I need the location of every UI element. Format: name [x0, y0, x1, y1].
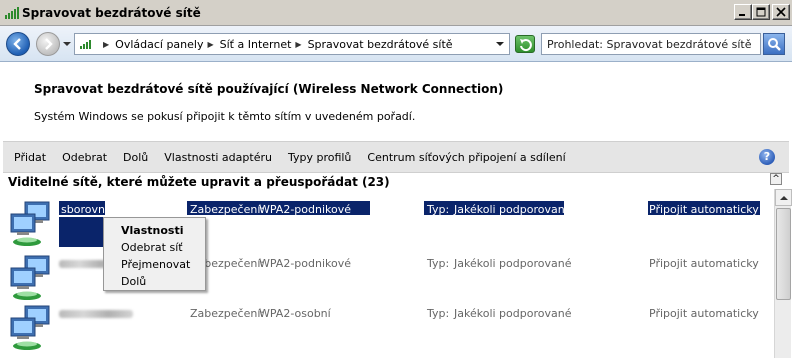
page-title: Spravovat bezdrátové sítě používající (W…: [34, 82, 504, 96]
breadcrumb-manage-wireless[interactable]: Spravovat bezdrátové sítě: [308, 38, 453, 51]
network-name-redacted: [59, 307, 133, 320]
network-sharing-center-button[interactable]: Centrum síťových připojení a sdílení: [367, 151, 565, 164]
security-value: WPA2-podnikové: [259, 257, 352, 270]
type-label: Typ:: [427, 307, 450, 320]
menu-item-remove-network[interactable]: Odebrat síť: [121, 241, 183, 254]
search-button[interactable]: [763, 33, 785, 55]
refresh-button[interactable]: [515, 35, 535, 53]
selection-highlight: [59, 217, 105, 247]
arrow-right-icon: [45, 38, 53, 50]
connect-mode: Připojit automaticky: [649, 203, 759, 216]
menu-item-rename[interactable]: Přejmenovat: [121, 258, 190, 271]
add-button[interactable]: Přidat: [14, 151, 46, 164]
type-value: Jakékoli podporované: [454, 257, 572, 270]
scroll-up-button[interactable]: [775, 189, 792, 206]
vertical-scrollbar[interactable]: [774, 189, 792, 358]
move-down-button[interactable]: Dolů: [123, 151, 148, 164]
security-value: WPA2-osobní: [259, 307, 331, 320]
wireless-computers-icon: [10, 255, 50, 300]
blurred-text: [59, 310, 133, 318]
address-bar: ▶ Ovládací panely ▶ Síť a Internet ▶ Spr…: [0, 26, 792, 62]
remove-button[interactable]: Odebrat: [62, 151, 107, 164]
search-icon: [768, 38, 781, 51]
minimize-button[interactable]: [734, 4, 752, 20]
toolbar: Přidat Odebrat Dolů Vlastnosti adaptéru …: [3, 141, 789, 173]
maximize-button[interactable]: [752, 4, 770, 20]
arrow-up-icon: [780, 196, 788, 200]
network-icon: [80, 40, 91, 49]
breadcrumb-separator[interactable]: ▶: [103, 40, 109, 49]
refresh-icon: [520, 39, 532, 52]
type-label: Typ:: [427, 203, 450, 216]
collapse-group-button[interactable]: ^: [770, 173, 782, 185]
security-label: Zabezpečení:: [190, 307, 265, 320]
connect-mode: Připojit automaticky: [649, 307, 759, 320]
breadcrumb-separator[interactable]: ▶: [207, 40, 213, 49]
address-dropdown-icon[interactable]: [496, 42, 504, 46]
breadcrumb[interactable]: ▶ Ovládací panely ▶ Síť a Internet ▶ Spr…: [74, 33, 510, 55]
close-button[interactable]: [772, 4, 790, 20]
search-input[interactable]: Prohledat: Spravovat bezdrátové sítě: [541, 33, 761, 55]
back-button[interactable]: [6, 32, 30, 56]
maximize-icon: [756, 7, 766, 17]
arrow-left-icon: [13, 38, 21, 50]
breadcrumb-separator[interactable]: ▶: [295, 40, 301, 49]
scrollbar-thumb[interactable]: [776, 208, 791, 300]
adapter-properties-button[interactable]: Vlastnosti adaptéru: [164, 151, 272, 164]
wireless-computers-icon: [10, 201, 50, 246]
security-label: Zabezpečení:: [190, 203, 265, 216]
minimize-icon: [739, 14, 745, 16]
breadcrumb-control-panel[interactable]: Ovládací panely: [115, 38, 203, 51]
wireless-computers-icon: [10, 305, 50, 350]
profile-types-button[interactable]: Typy profilů: [288, 151, 351, 164]
security-value: WPA2-podnikové: [259, 203, 352, 216]
wireless-signal-icon: [5, 7, 19, 19]
menu-item-move-down[interactable]: Dolů: [121, 275, 146, 288]
menu-item-properties[interactable]: Vlastnosti: [121, 224, 183, 237]
window-title: Spravovat bezdrátové sítě: [22, 6, 201, 20]
breadcrumb-network-internet[interactable]: Síť a Internet: [220, 38, 292, 51]
type-value: Jakékoli podporované: [454, 203, 572, 216]
list-heading: Viditelné sítě, které můžete upravit a p…: [8, 175, 390, 189]
help-icon[interactable]: ?: [759, 149, 775, 165]
forward-button[interactable]: [36, 32, 60, 56]
title-bar: Spravovat bezdrátové sítě: [0, 0, 792, 26]
network-row[interactable]: Zabezpečení: WPA2-osobní Typ: Jakékoli p…: [3, 304, 771, 358]
connect-mode: Připojit automaticky: [649, 257, 759, 270]
page-subtitle: Systém Windows se pokusí připojit k těmt…: [34, 110, 416, 123]
recent-pages-dropdown[interactable]: [63, 42, 71, 46]
context-menu: Vlastnosti Odebrat síť Přejmenovat Dolů: [103, 217, 206, 291]
type-value: Jakékoli podporované: [454, 307, 572, 320]
type-label: Typ:: [427, 257, 450, 270]
page-header: Spravovat bezdrátové sítě používající (W…: [0, 63, 792, 141]
close-icon: [776, 7, 786, 17]
network-name: sborovna: [61, 203, 112, 216]
